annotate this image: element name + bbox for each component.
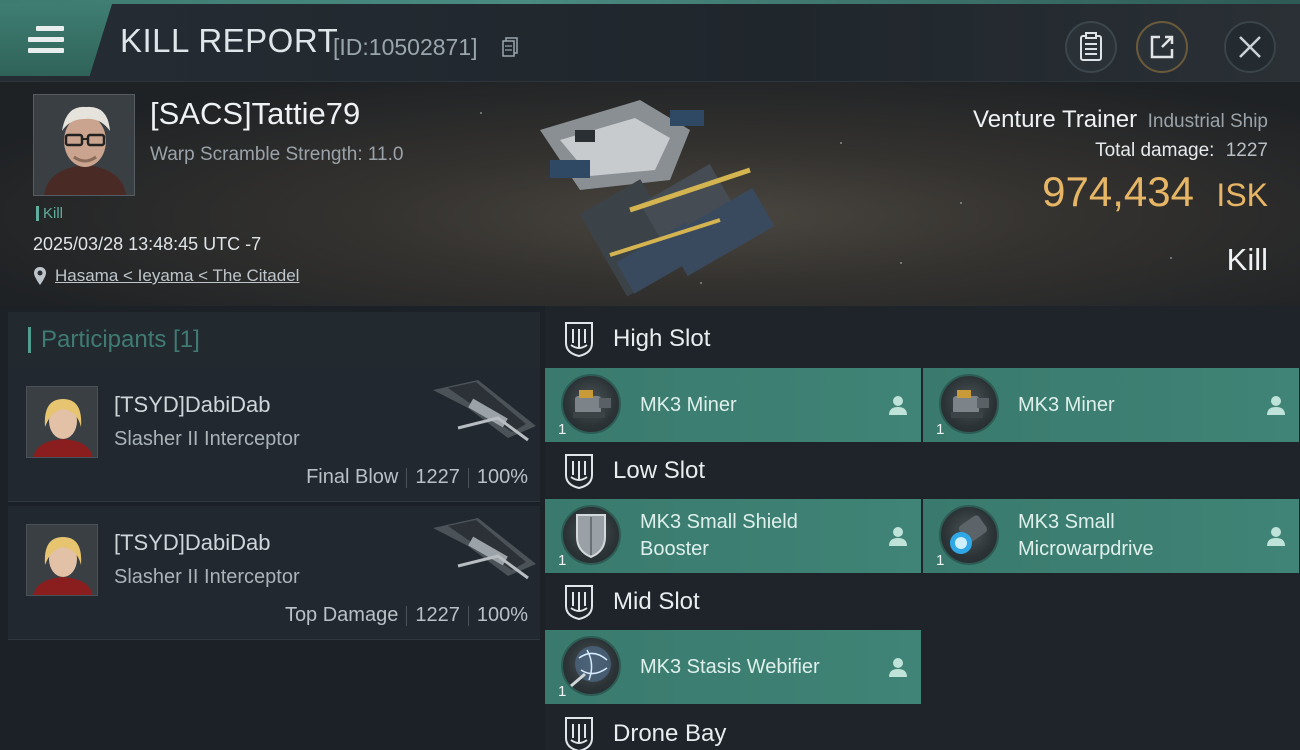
user-icon[interactable]	[1267, 395, 1285, 415]
high-slot-header: High Slot	[545, 310, 1300, 368]
ship-name[interactable]: Venture Trainer	[973, 106, 1137, 133]
victim-ship-image	[540, 100, 775, 297]
miner-module-icon	[561, 374, 621, 434]
module-card[interactable]: 1 MK3 Small Shield Booster	[545, 499, 921, 573]
shield-module-icon	[561, 505, 621, 565]
location-pin-icon	[34, 267, 46, 285]
module-quantity: 1	[936, 421, 945, 438]
module-card[interactable]: 1 MK3 Miner	[923, 368, 1299, 442]
participant-avatar[interactable]	[26, 524, 98, 596]
close-button[interactable]	[1224, 21, 1276, 73]
participant-row[interactable]: [TSYD]DabiDab Slasher II Interceptor Top…	[8, 506, 540, 640]
module-quantity: 1	[558, 552, 567, 569]
stasis-webifier-module-icon	[561, 636, 621, 696]
participant-stats: Top Damage 1227 100%	[285, 604, 528, 627]
share-icon	[1150, 35, 1174, 59]
mid-slot-icon	[565, 585, 593, 620]
participant-name[interactable]: [TSYD]DabiDab	[114, 392, 271, 418]
module-name: MK3 Miner	[640, 393, 737, 416]
header-bar: KILL REPORT [ID:10502871]	[0, 4, 1300, 82]
total-damage-label: Total damage:	[1095, 140, 1215, 161]
isk-value: 974,434	[1042, 168, 1194, 215]
drone-bay-icon	[565, 717, 593, 750]
module-card[interactable]: 1 MK3 Small Microwarpdrive	[923, 499, 1299, 573]
location-link[interactable]: Hasama < Ieyama < The Citadel	[55, 266, 299, 286]
kill-tag: Kill	[36, 206, 63, 221]
module-quantity: 1	[558, 683, 567, 700]
isk-value-row: 974,434 ISK	[1042, 168, 1268, 216]
participant-ship-image	[433, 518, 536, 580]
ship-name-row: Venture Trainer Industrial Ship	[973, 106, 1268, 134]
drone-bay-label: Drone Bay	[613, 720, 727, 747]
module-card[interactable]: 1 MK3 Stasis Webifier	[545, 630, 921, 704]
participant-ship-image	[433, 380, 536, 442]
hamburger-icon	[28, 26, 64, 54]
mid-slot-header: Mid Slot	[545, 573, 1300, 631]
share-button[interactable]	[1136, 21, 1188, 73]
participant-role: Final Blow	[306, 466, 399, 488]
high-slot-icon	[565, 322, 593, 357]
report-button[interactable]	[1065, 21, 1117, 73]
low-slot-icon	[565, 454, 593, 489]
participant-damage: 1227	[415, 466, 460, 488]
victim-portrait[interactable]	[33, 94, 135, 196]
participant-damage: 1227	[415, 604, 460, 626]
low-slot-label: Low Slot	[613, 457, 706, 484]
module-quantity: 1	[936, 552, 945, 569]
user-icon[interactable]	[889, 526, 907, 546]
module-name: MK3 Small Shield Booster	[640, 511, 798, 560]
participant-percent: 100%	[476, 604, 528, 626]
user-icon[interactable]	[889, 657, 907, 677]
report-id: [ID:10502871]	[333, 34, 478, 60]
user-icon[interactable]	[1267, 526, 1285, 546]
module-card[interactable]: 1 MK3 Miner	[545, 368, 921, 442]
victim-summary: [SACS]Tattie79 Warp Scramble Strength: 1…	[0, 82, 1300, 306]
participant-ship: Slasher II Interceptor	[114, 428, 300, 450]
close-icon	[1239, 36, 1261, 58]
result-label: Kill	[1226, 242, 1268, 277]
module-name: MK3 Small Microwarpdrive	[1018, 511, 1154, 560]
participant-percent: 100%	[476, 466, 528, 488]
participant-row[interactable]: [TSYD]DabiDab Slasher II Interceptor Fin…	[8, 368, 540, 502]
mid-slot-label: Mid Slot	[613, 588, 700, 615]
kill-datetime: 2025/03/28 13:48:45 UTC -7	[33, 234, 262, 254]
isk-unit: ISK	[1216, 177, 1268, 213]
copy-icon[interactable]	[502, 37, 518, 57]
victim-pilot-name[interactable]: [SACS]Tattie79	[150, 96, 360, 132]
total-damage: Total damage: 1227	[1095, 140, 1268, 162]
participant-role: Top Damage	[284, 604, 399, 626]
module-name: MK3 Stasis Webifier	[640, 655, 820, 678]
participant-name[interactable]: [TSYD]DabiDab	[114, 530, 271, 556]
participant-stats: Final Blow 1227 100%	[306, 466, 528, 489]
kill-location[interactable]: Hasama < Ieyama < The Citadel	[33, 266, 299, 286]
low-slot-header: Low Slot	[545, 442, 1300, 500]
total-damage-value: 1227	[1225, 140, 1268, 161]
clipboard-icon	[1080, 32, 1102, 61]
user-icon[interactable]	[889, 395, 907, 415]
module-quantity: 1	[558, 421, 567, 438]
high-slot-label: High Slot	[613, 325, 711, 352]
menu-button[interactable]	[0, 4, 112, 76]
participant-avatar[interactable]	[26, 386, 98, 458]
participants-panel: Participants [1] [TSYD]DabiDab Slasher I…	[0, 306, 545, 750]
page-title: KILL REPORT	[120, 22, 339, 59]
participants-heading: Participants [1]	[41, 326, 200, 353]
fitting-panel: High Slot 1 MK3 Miner 1 MK3 Miner Low Sl…	[545, 306, 1300, 750]
ship-class: Industrial Ship	[1147, 111, 1268, 132]
module-name: MK3 Miner	[1018, 393, 1115, 416]
drone-bay-header: Drone Bay	[545, 705, 1300, 750]
warp-scramble-strength: Warp Scramble Strength: 11.0	[150, 144, 404, 165]
microwarpdrive-module-icon	[939, 505, 999, 565]
participants-header: Participants [1]	[8, 312, 540, 368]
miner-module-icon	[939, 374, 999, 434]
participant-ship: Slasher II Interceptor	[114, 566, 300, 588]
